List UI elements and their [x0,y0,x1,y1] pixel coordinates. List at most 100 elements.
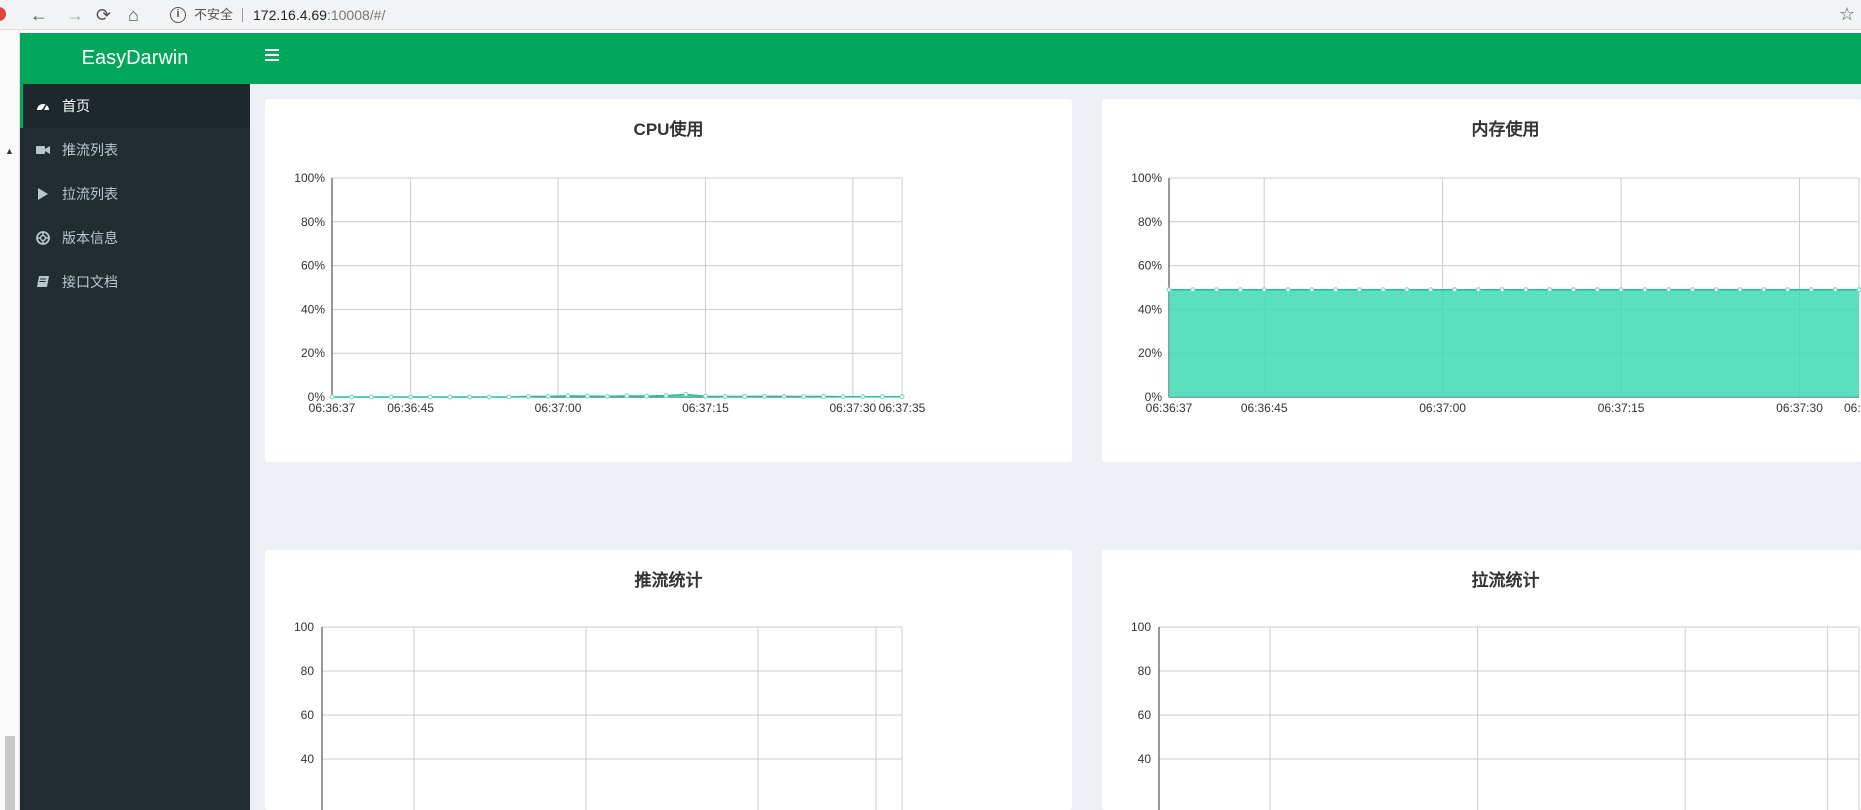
data-point [1785,287,1791,293]
back-icon[interactable]: ← [30,5,48,25]
address-bar[interactable]: i 不安全 172.16.4.69:10008/#/ [160,2,1830,28]
data-point [820,394,826,400]
data-point [643,393,649,399]
brand-logo[interactable]: EasyDarwin [20,33,250,84]
data-point [1404,287,1410,293]
scrollbar-thumb[interactable] [5,736,15,810]
data-point [1666,287,1672,293]
cpu-usage-card: CPU使用 0% 20% 40% 60% 80% 100% 06:36:37 06:36:45… [265,99,1072,462]
home-icon[interactable]: ⌂ [128,5,139,25]
data-point [1333,287,1339,293]
x-tick-label: 06:37:15 [682,401,729,415]
x-tick-label: 06:36:37 [1146,401,1193,415]
y-tick-label: 40% [1138,302,1162,316]
data-point [427,394,433,400]
x-tick-label: 06:37:00 [1419,401,1466,415]
data-point [1190,287,1196,293]
sidebar: 首页 推流列表 拉流列表 版本信息 接口文档 [20,84,250,810]
data-point [526,394,532,400]
y-tick-label: 100 [1131,620,1151,634]
data-point [1285,287,1291,293]
data-point [702,393,708,399]
memory-usage-chart[interactable]: 0%20%40%60%80%100%06:36:37 06:36:45 06:37:… [1102,99,1861,462]
data-point [1452,287,1458,293]
main-content: CPU使用 0% 20% 40% 60% 80% 100% 06:36:37 06:36:45… [250,84,1861,810]
y-tick-label: 40% [301,302,325,316]
data-point [1356,287,1362,293]
data-point [1523,287,1529,293]
data-point [506,394,512,400]
data-point [1166,287,1172,293]
y-tick-label: 20% [1138,346,1162,360]
data-point [1689,287,1695,293]
data-point [761,393,767,399]
left-scrollbar[interactable]: ▲ [0,30,20,810]
data-point [1309,287,1315,293]
data-point [1713,287,1719,293]
x-tick-label: 06:37:00 [535,401,582,415]
data-point [1380,287,1386,293]
data-point [1237,287,1243,293]
data-point [663,393,669,399]
sidebar-item-label: 首页 [62,98,90,114]
push-stats-card: 推流统计 100 80 60 40 [265,550,1072,810]
url-rest: :10008/#/ [326,7,386,23]
data-point [860,394,866,400]
y-tick-label: 80% [301,215,325,229]
cpu-usage-chart[interactable]: 0%20%40%60%80%100%06:36:37 06:36:45 06:37:… [265,99,1072,462]
y-tick-label: 40 [301,752,315,766]
x-tick-label: 06:36:45 [1241,401,1288,415]
x-tick-label: 06:36:45 [387,401,434,415]
reload-icon[interactable]: ⟳ [96,5,111,25]
sidebar-item-push-list[interactable]: 推流列表 [20,128,250,172]
data-point [1618,287,1624,293]
security-label: 不安全 [194,7,234,22]
play-icon [38,188,48,200]
url-text[interactable]: 172.16.4.69:10008/#/ [253,2,385,28]
data-point [447,394,453,400]
data-point [1808,287,1814,293]
data-point [1594,287,1600,293]
x-tick-label: 06:37:15 [1598,401,1645,415]
top-navbar [250,33,1861,84]
y-tick-label: 80 [301,664,315,678]
data-point [1570,287,1576,293]
y-tick-label: 60 [1138,708,1152,722]
data-point [1642,287,1648,293]
sidebar-item-home[interactable]: 首页 [20,84,250,128]
sidebar-item-label: 拉流列表 [62,186,118,202]
data-point [349,394,355,400]
data-point [879,394,885,400]
sidebar-item-api-docs[interactable]: 接口文档 [20,260,250,304]
y-tick-label: 100% [294,171,325,185]
video-camera-icon [36,146,50,154]
data-point [388,394,394,400]
browser-toolbar: ← → ⟳ ⌂ i 不安全 172.16.4.69:10008/#/ ☆ [0,0,1861,30]
data-point [1475,287,1481,293]
x-tick-label: 06:37:30 [830,401,877,415]
data-point [368,394,374,400]
series-area [1169,289,1859,397]
push-stats-chart[interactable]: 100 80 60 40 [265,550,1072,810]
y-tick-label: 80 [1138,664,1152,678]
browser-close-icon[interactable] [0,7,6,21]
y-tick-label: 20% [301,346,325,360]
data-point [486,394,492,400]
y-tick-label: 60% [1138,259,1162,273]
sidebar-item-pull-list[interactable]: 拉流列表 [20,172,250,216]
scroll-up-arrow-icon[interactable]: ▲ [5,146,14,156]
y-tick-label: 40 [1138,752,1152,766]
data-point [1547,287,1553,293]
info-icon[interactable]: i [170,7,186,23]
x-tick-label: 06:37 [1844,401,1861,415]
bookmark-star-icon[interactable]: ☆ [1839,4,1855,25]
x-tick-label: 06:36:37 [309,401,356,415]
y-tick-label: 100 [294,620,314,634]
data-point [683,391,689,397]
sidebar-item-version-info[interactable]: 版本信息 [20,216,250,260]
forward-icon[interactable]: → [66,5,84,25]
pull-stats-chart[interactable]: 100 80 60 40 [1102,550,1861,810]
data-point [722,394,728,400]
address-separator [242,8,243,22]
sidebar-toggle-icon[interactable] [265,49,279,61]
